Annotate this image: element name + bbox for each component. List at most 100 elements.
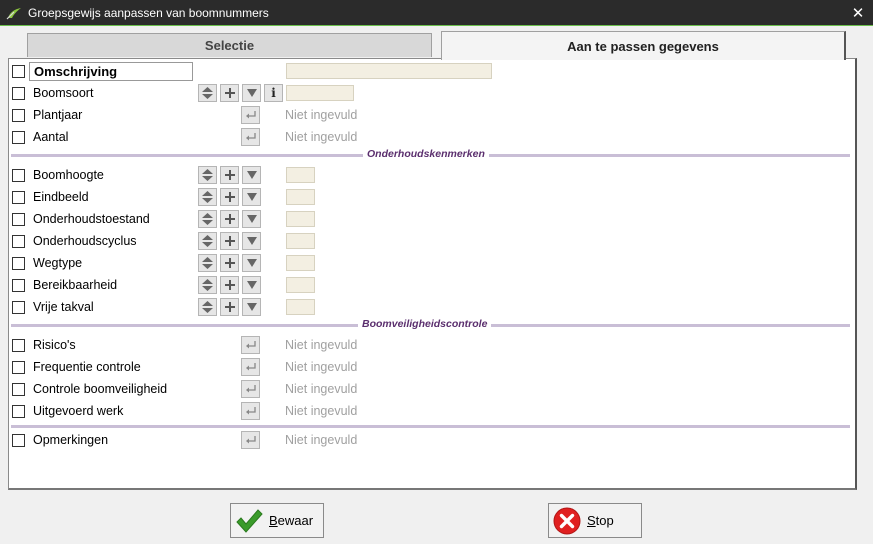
eindbeeld-input[interactable]: [286, 189, 315, 205]
bewaar-button[interactable]: Bewaar: [230, 503, 324, 538]
checkbox-bereikbaarheid[interactable]: [12, 279, 25, 292]
row-eindbeeld: Eindbeeld: [9, 186, 854, 208]
enter-return-icon[interactable]: [241, 358, 260, 376]
sort-updown-icon[interactable]: [198, 84, 217, 102]
checkbox-plantjaar[interactable]: [12, 109, 25, 122]
aantal-value: Niet ingevuld: [285, 130, 358, 144]
plus-icon[interactable]: [220, 276, 239, 294]
plus-icon[interactable]: [220, 188, 239, 206]
onderhoudscyclus-input[interactable]: [286, 233, 315, 249]
section-title-veiligheid: Boomveiligheidscontrole: [358, 318, 492, 330]
boomhoogte-input[interactable]: [286, 167, 315, 183]
label-risicos: Risico's: [33, 338, 76, 352]
bewaar-label: Bewaar: [269, 513, 314, 528]
triangle-down-icon[interactable]: [242, 254, 261, 272]
triangle-down-icon[interactable]: [242, 84, 261, 102]
label-controle-boomveiligheid: Controle boomveiligheid: [33, 382, 168, 396]
section-title-onderhoud: Onderhoudskenmerken: [363, 148, 489, 160]
boomsoort-input[interactable]: [286, 85, 354, 101]
checkbox-frequentie-controle[interactable]: [12, 361, 25, 374]
row-bereikbaarheid: Bereikbaarheid: [9, 274, 854, 296]
triangle-down-icon[interactable]: [242, 232, 261, 250]
tab-aan-te-passen-gegevens[interactable]: Aan te passen gegevens: [441, 31, 846, 60]
tab-selectie[interactable]: Selectie: [27, 33, 432, 57]
onderhoudstoestand-input[interactable]: [286, 211, 315, 227]
label-omschrijving: Omschrijving: [29, 62, 193, 81]
checkbox-aantal[interactable]: [12, 131, 25, 144]
row-opmerkingen: Opmerkingen Niet ingevuld: [9, 429, 854, 451]
section-boomveiligheidscontrole: Boomveiligheidscontrole: [9, 318, 854, 332]
sort-updown-icon[interactable]: [198, 254, 217, 272]
sort-updown-icon[interactable]: [198, 210, 217, 228]
leaf-app-icon: [6, 7, 21, 19]
enter-return-icon[interactable]: [241, 431, 260, 449]
stop-button[interactable]: Stop: [548, 503, 642, 538]
title-bar: Groepsgewijs aanpassen van boomnummers ✕: [0, 0, 873, 26]
label-boomhoogte: Boomhoogte: [33, 168, 104, 182]
controle-boomveiligheid-value: Niet ingevuld: [285, 382, 358, 396]
enter-return-icon[interactable]: [241, 106, 260, 124]
wegtype-input[interactable]: [286, 255, 315, 271]
row-onderhoudscyclus: Onderhoudscyclus: [9, 230, 854, 252]
checkmark-icon: [236, 508, 263, 533]
stop-x-icon: [553, 507, 581, 534]
enter-return-icon[interactable]: [241, 336, 260, 354]
label-vrije-takval: Vrije takval: [33, 300, 94, 314]
vrije-takval-input[interactable]: [286, 299, 315, 315]
plus-icon[interactable]: [220, 232, 239, 250]
sort-updown-icon[interactable]: [198, 188, 217, 206]
row-wegtype: Wegtype: [9, 252, 854, 274]
checkbox-wegtype[interactable]: [12, 257, 25, 270]
frequentie-controle-value: Niet ingevuld: [285, 360, 358, 374]
omschrijving-input[interactable]: [286, 63, 492, 79]
enter-return-icon[interactable]: [241, 380, 260, 398]
row-omschrijving: Omschrijving: [9, 60, 854, 82]
row-boomsoort: Boomsoort i: [9, 82, 854, 104]
plus-icon[interactable]: [220, 298, 239, 316]
uitgevoerd-werk-value: Niet ingevuld: [285, 404, 358, 418]
sort-updown-icon[interactable]: [198, 232, 217, 250]
stop-label: Stop: [587, 513, 614, 528]
label-aantal: Aantal: [33, 130, 69, 144]
sort-updown-icon[interactable]: [198, 298, 217, 316]
plus-icon[interactable]: [220, 254, 239, 272]
checkbox-vrije-takval[interactable]: [12, 301, 25, 314]
plus-icon[interactable]: [220, 166, 239, 184]
checkbox-onderhoudstoestand[interactable]: [12, 213, 25, 226]
checkbox-risicos[interactable]: [12, 339, 25, 352]
label-opmerkingen: Opmerkingen: [33, 433, 109, 447]
row-aantal: Aantal Niet ingevuld: [9, 126, 854, 148]
sort-updown-icon[interactable]: [198, 166, 217, 184]
triangle-down-icon[interactable]: [242, 166, 261, 184]
row-controle-boomveiligheid: Controle boomveiligheid Niet ingevuld: [9, 378, 854, 400]
bereikbaarheid-input[interactable]: [286, 277, 315, 293]
checkbox-uitgevoerd-werk[interactable]: [12, 405, 25, 418]
enter-return-icon[interactable]: [241, 128, 260, 146]
opmerkingen-value: Niet ingevuld: [285, 433, 358, 447]
checkbox-boomhoogte[interactable]: [12, 169, 25, 182]
checkbox-opmerkingen[interactable]: [12, 434, 25, 447]
main-panel: Omschrijving Boomsoort i Plantjaar Niet …: [8, 58, 857, 490]
triangle-down-icon[interactable]: [242, 276, 261, 294]
section-onderhoudskenmerken: Onderhoudskenmerken: [9, 148, 854, 162]
checkbox-controle-boomveiligheid[interactable]: [12, 383, 25, 396]
triangle-down-icon[interactable]: [242, 188, 261, 206]
label-uitgevoerd-werk: Uitgevoerd werk: [33, 404, 124, 418]
plus-icon[interactable]: [220, 210, 239, 228]
sort-updown-icon[interactable]: [198, 276, 217, 294]
checkbox-boomsoort[interactable]: [12, 87, 25, 100]
checkbox-omschrijving[interactable]: [12, 65, 25, 78]
checkbox-eindbeeld[interactable]: [12, 191, 25, 204]
enter-return-icon[interactable]: [241, 402, 260, 420]
label-wegtype: Wegtype: [33, 256, 83, 270]
checkbox-onderhoudscyclus[interactable]: [12, 235, 25, 248]
row-vrije-takval: Vrije takval: [9, 296, 854, 318]
triangle-down-icon[interactable]: [242, 298, 261, 316]
label-eindbeeld: Eindbeeld: [33, 190, 89, 204]
row-plantjaar: Plantjaar Niet ingevuld: [9, 104, 854, 126]
info-icon[interactable]: i: [264, 84, 283, 102]
close-icon[interactable]: ✕: [843, 0, 873, 26]
plus-icon[interactable]: [220, 84, 239, 102]
row-boomhoogte: Boomhoogte: [9, 164, 854, 186]
triangle-down-icon[interactable]: [242, 210, 261, 228]
